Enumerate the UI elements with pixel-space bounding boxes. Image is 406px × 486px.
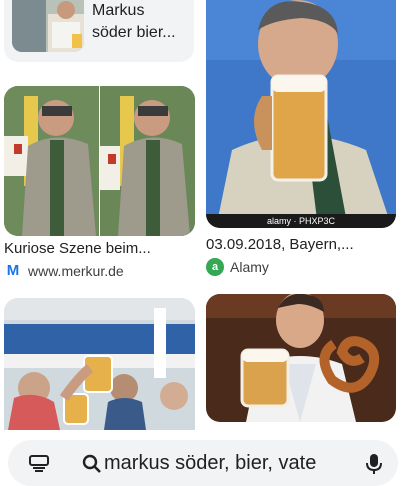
- result-title-1[interactable]: Markus söder bier...: [92, 0, 176, 44]
- result-thumbnail-3[interactable]: alamy · PHXP3C: [206, 0, 396, 228]
- source-label: www.merkur.de: [28, 263, 124, 279]
- search-icon: [82, 454, 102, 479]
- result-title-2[interactable]: Kuriose Szene beim...: [4, 240, 151, 258]
- result-thumbnail-5[interactable]: [206, 294, 396, 422]
- alamy-icon: a: [206, 258, 224, 276]
- search-bar[interactable]: markus söder, bier, vate: [8, 440, 398, 486]
- mic-icon[interactable]: [364, 452, 384, 481]
- search-input[interactable]: markus söder, bier, vate: [104, 452, 350, 475]
- result-card-1[interactable]: Markus söder bier...: [4, 0, 194, 62]
- result-thumbnail-2[interactable]: [4, 86, 195, 236]
- result-source-3[interactable]: a Alamy: [206, 258, 269, 276]
- lens-icon[interactable]: [28, 452, 50, 479]
- watermark-label: alamy · PHXP3C: [266, 216, 336, 226]
- result-title-3[interactable]: 03.09.2018, Bayern,...: [206, 236, 354, 254]
- merkur-icon: M: [6, 262, 20, 279]
- result-thumbnail-1[interactable]: [12, 0, 84, 52]
- result-thumbnail-4[interactable]: [4, 298, 195, 430]
- result-source-2[interactable]: M www.merkur.de: [4, 262, 124, 280]
- source-label: Alamy: [230, 259, 269, 275]
